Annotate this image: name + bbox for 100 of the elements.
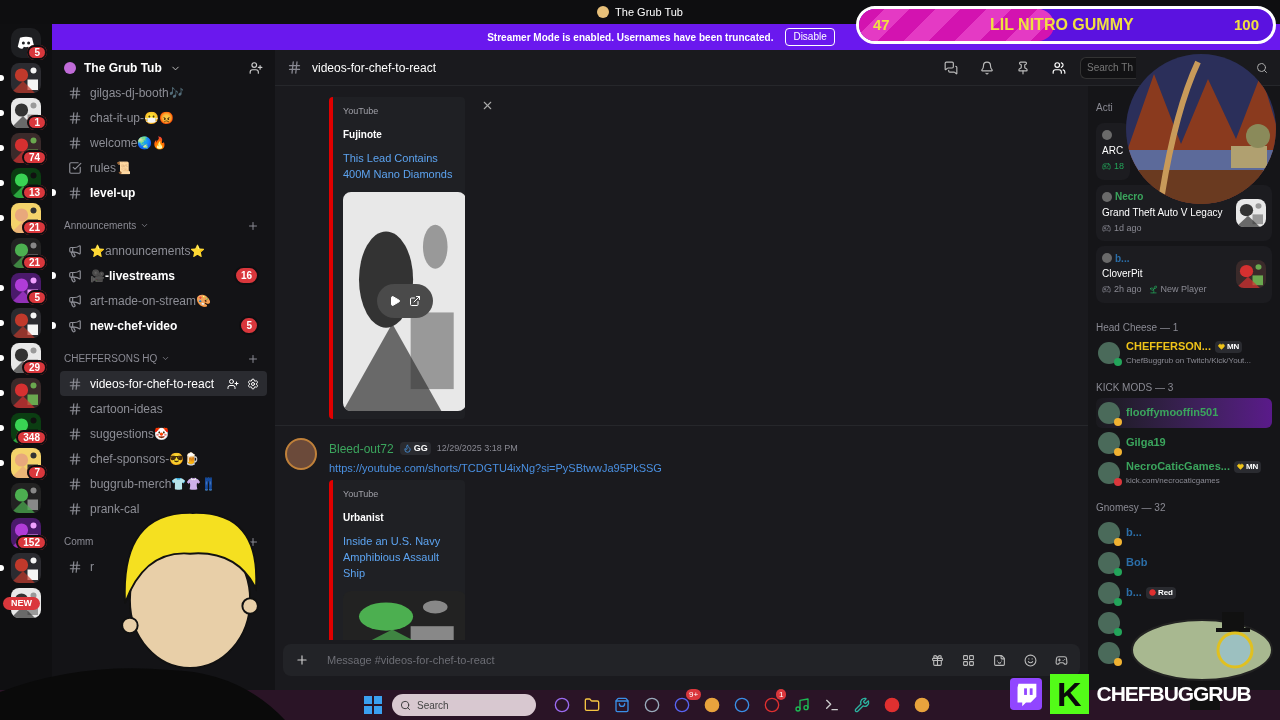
section-heading: Gnomesy — 32 [1096,500,1167,515]
taskbar-app[interactable] [792,695,812,715]
channel-item[interactable]: prank-cal [60,496,142,521]
member-tag: MN [1214,340,1243,353]
add-icon[interactable] [295,653,309,667]
avatar [1098,401,1120,424]
channel-item[interactable]: buggrub-merch👕👚👖 [60,471,219,496]
member-item[interactable]: CHEFFERSON... MN ChefBuggrub on Twitch/Kick/Yout... [1096,337,1253,368]
channel-item[interactable]: rules📜 [60,155,133,180]
hash-icon [68,185,82,200]
external-link-icon [409,294,421,307]
activity-time: 1d ago [1114,221,1142,235]
megaphone-icon [68,243,82,258]
channel-item[interactable]: 🎥-livestreams 16 [60,263,267,288]
timestamp: 12/29/2025 3:18 PM [436,441,518,455]
sticker-icon[interactable] [993,653,1006,667]
channel-item[interactable]: art-made-on-stream🎨 [60,288,214,313]
channel-item[interactable]: chef-sponsors-😎🍺 [60,446,202,471]
unread-badge: 13 [21,185,47,200]
rules-icon [68,160,82,175]
embed-title[interactable]: This Lead Contains 400M Nano Diamonds [343,149,457,182]
channel-item[interactable]: ⭐announcements⭐ [60,238,208,263]
taskbar-app[interactable] [912,695,932,715]
taskbar-app[interactable] [852,695,872,715]
add-channel-icon[interactable] [247,535,259,548]
unread-badge: 5 [27,290,47,305]
member-item[interactable]: b... Red [1096,577,1178,608]
disable-button[interactable]: Disable [785,28,835,46]
search-field[interactable]: Search [392,694,536,716]
notification-badge: 1 [776,689,787,700]
pin-icon[interactable] [1016,60,1030,75]
activity-card[interactable]: ARC 18 [1096,123,1130,180]
logo-text: CHEFBUGGRUB [1096,681,1251,708]
search-field[interactable]: Search Th [1080,56,1136,79]
taskbar-app[interactable] [552,695,572,715]
unread-badge: 152 [16,535,47,550]
close-icon[interactable] [481,99,494,112]
heart-icon [1217,343,1225,350]
username[interactable]: Bleed-out72 [329,439,394,458]
member-tag: Red [1145,586,1176,599]
message-link[interactable]: https://youtube.com/shorts/TCDGTU4ixNg?si=PySBtwwJa95PkSSG [329,459,662,476]
channel-item[interactable]: videos-for-chef-to-react [60,371,267,396]
avatar[interactable] [285,437,317,470]
game-title: Grand Theft Auto V Legacy [1102,205,1223,220]
member-item[interactable]: Gilga19 [1096,427,1168,458]
channel-item[interactable]: cartoon-ideas [60,396,165,421]
notification-badge: 9+ [686,689,702,700]
taskbar-app[interactable] [612,695,632,715]
channel-item[interactable]: welcome🌏🔥 [60,130,170,155]
megaphone-icon [68,293,82,308]
threads-icon[interactable] [944,60,958,75]
unread-badge: 1 [27,115,47,130]
member-item[interactable]: NecroCaticGames... MN kick.com/necrocaticgames [1096,457,1264,488]
settings-icon[interactable] [247,377,259,390]
taskbar-app[interactable] [732,695,752,715]
chevron-icon [140,221,150,230]
invite-icon[interactable] [227,377,239,390]
app-logo-icon [17,36,35,50]
new-badge: NEW [3,597,40,610]
home-button[interactable] [11,28,41,58]
emoji-icon[interactable] [1024,653,1037,667]
hash-icon [68,451,82,466]
twitch-logo-icon [1010,678,1042,710]
windows-logo-icon[interactable] [364,696,382,714]
gift-icon[interactable] [931,653,944,667]
category-header[interactable]: Comm [64,534,94,549]
member-item[interactable]: b... [1096,517,1144,548]
channel-item[interactable]: r [60,554,96,579]
category-header[interactable]: Announcements [64,218,137,233]
hash-icon [68,501,82,516]
gif-icon[interactable] [962,653,975,667]
search-icon[interactable] [1256,61,1268,74]
section-heading: KICK MODS — 3 [1096,380,1175,395]
message-input[interactable]: Message #videos-for-chef-to-react [283,644,1080,676]
member-name: Bob [1126,555,1148,571]
logo-mark: K [1050,674,1089,714]
channel-item[interactable]: chat-it-up-😷😡 [60,105,177,130]
member-item[interactable]: Bob [1096,547,1150,578]
category-header[interactable]: CHEFFERSONS HQ [64,351,158,366]
unread-badge: 21 [21,220,47,235]
member-item[interactable]: flooffymooffin501 [1096,397,1272,428]
gamepad-icon [1102,162,1111,172]
gamepad-icon [1102,223,1111,233]
members-icon[interactable] [1052,60,1066,75]
invite-icon[interactable] [249,61,263,75]
embed-author[interactable]: Fujinote [343,126,457,142]
avatar [1102,253,1112,263]
username: Necro [1115,190,1144,204]
channel-item[interactable]: level-up [60,180,138,205]
activity-card[interactable]: b... CloverPit 2h ago New Player [1096,246,1272,303]
channel-item[interactable]: suggestions🤡 [60,421,172,446]
avatar [1102,130,1112,140]
bell-icon[interactable] [980,60,994,75]
embed-author[interactable]: Urbanist [343,509,457,525]
embed-title[interactable]: Inside an U.S. Navy Amphibious Assault Ship [343,532,457,581]
taskbar-app[interactable] [642,695,662,715]
taskbar-app[interactable] [702,695,722,715]
apps-icon[interactable] [1055,653,1068,667]
channel-item[interactable]: new-chef-video 5 [60,313,267,338]
username: b... [1115,251,1130,266]
